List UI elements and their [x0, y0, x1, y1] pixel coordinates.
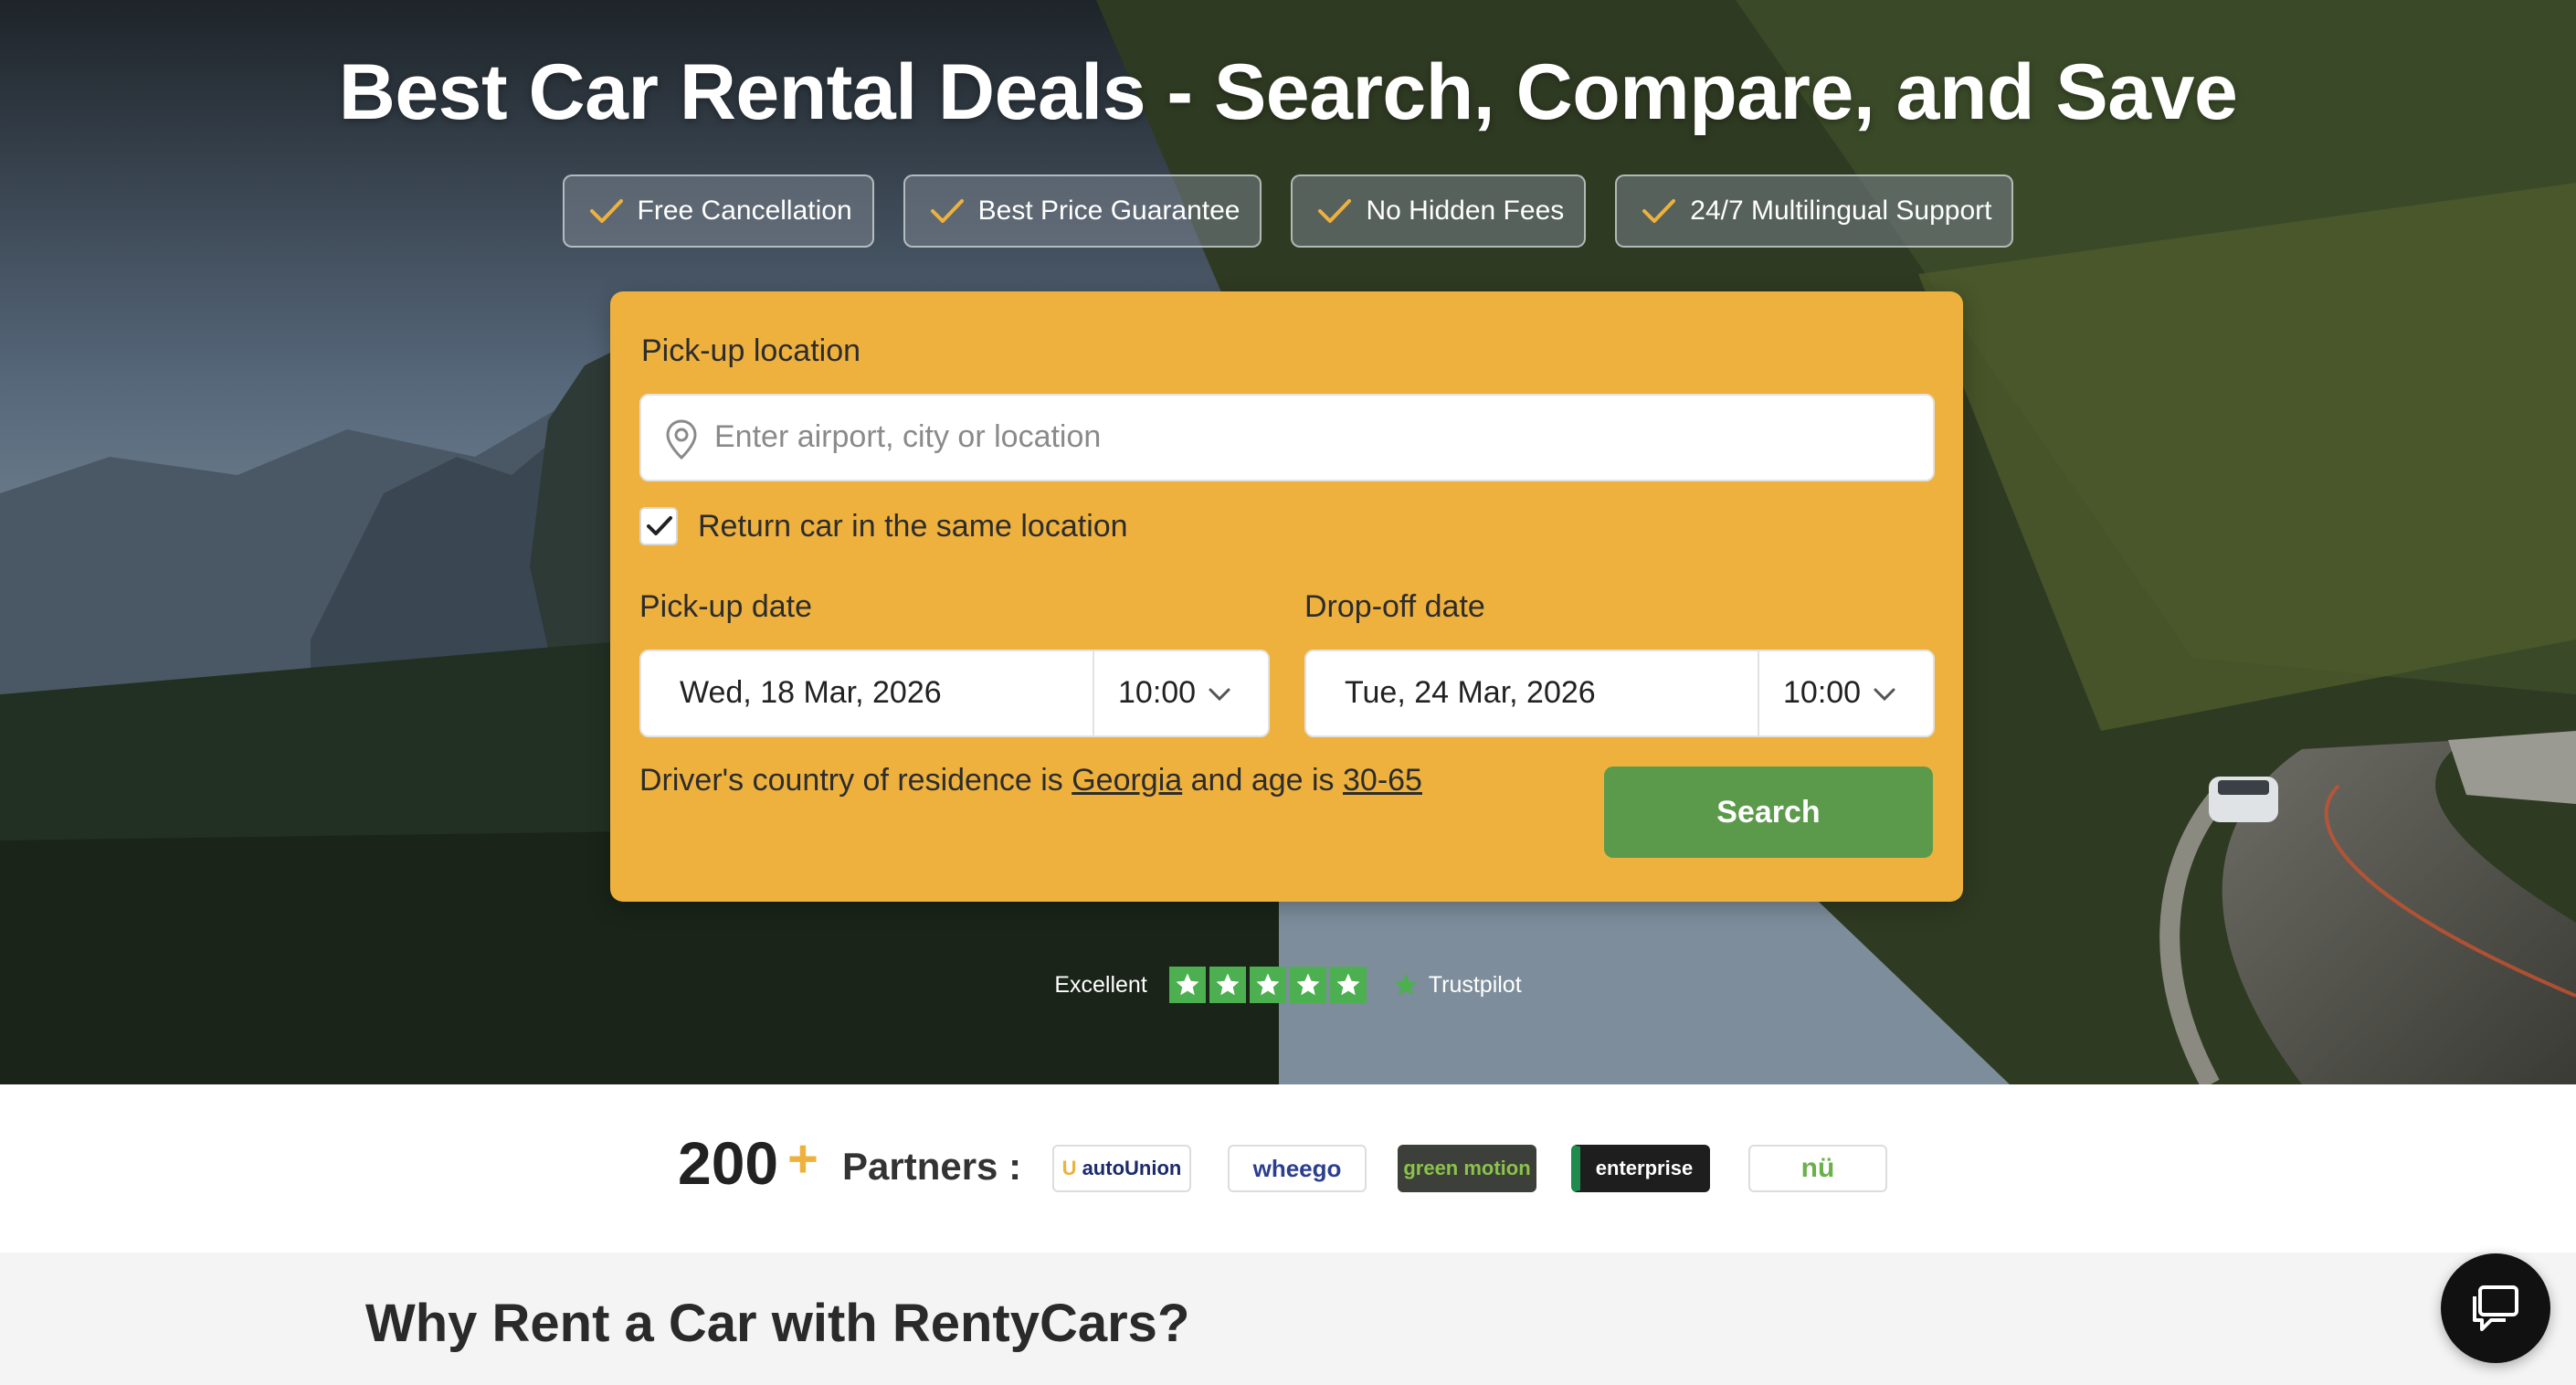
trustpilot-widget[interactable]: Excellent Trustpilot	[0, 967, 2576, 1003]
why-section: Why Rent a Car with RentyCars?	[0, 1253, 2576, 1385]
search-button[interactable]: Search	[1604, 767, 1933, 858]
partner-logo-text: wheego	[1252, 1154, 1342, 1182]
partner-logo-nu: nü	[1748, 1145, 1887, 1192]
partners-label: Partners :	[842, 1145, 1022, 1188]
check-icon	[589, 199, 623, 223]
benefit-badges: Free Cancellation Best Price Guarantee N…	[0, 174, 2576, 248]
badge-label: Free Cancellation	[637, 196, 852, 226]
chevron-down-icon[interactable]	[1871, 681, 1898, 708]
partners-count: 200	[678, 1129, 779, 1197]
chat-button[interactable]	[2441, 1253, 2550, 1363]
trustpilot-rating-text: Excellent	[1054, 971, 1147, 998]
residence-prefix: Driver's country of residence is	[639, 763, 1063, 798]
trustpilot-brand: Trustpilot	[1428, 971, 1522, 998]
star-icon	[1168, 967, 1206, 1003]
star-icon	[1209, 967, 1246, 1003]
pickup-date-label: Pick-up date	[639, 589, 812, 624]
partner-logo-autounion: UautoUnion	[1052, 1145, 1191, 1192]
check-icon	[930, 199, 964, 223]
trustpilot-logo: Trustpilot	[1392, 971, 1522, 999]
why-title: Why Rent a Car with RentyCars?	[365, 1294, 1190, 1353]
badge-label: No Hidden Fees	[1366, 196, 1565, 226]
partners-section: 200 + Partners : UautoUnion wheego green…	[0, 1084, 2576, 1253]
check-icon	[1642, 199, 1676, 223]
dropoff-time-value[interactable]: 10:00	[1783, 675, 1861, 711]
pickup-location-input[interactable]: Enter airport, city or location	[639, 394, 1935, 481]
trustpilot-stars	[1168, 967, 1367, 1003]
location-pin-icon	[666, 419, 697, 460]
return-same-location-checkbox[interactable]	[639, 507, 678, 545]
star-icon	[1249, 967, 1286, 1003]
partner-logo-text: green motion	[1403, 1157, 1531, 1179]
partner-logo-wheego: wheego	[1228, 1145, 1367, 1192]
residence-country-link[interactable]: Georgia	[1072, 763, 1182, 798]
partner-logo-enterprise: enterprise	[1571, 1145, 1710, 1192]
dropoff-date-value[interactable]: Tue, 24 Mar, 2026	[1345, 675, 1596, 711]
pickup-date-value[interactable]: Wed, 18 Mar, 2026	[680, 675, 942, 711]
hero-section: Best Car Rental Deals - Search, Compare,…	[0, 0, 2576, 1084]
return-same-location-label[interactable]: Return car in the same location	[698, 509, 1128, 544]
badge-support: 24/7 Multilingual Support	[1615, 174, 2014, 248]
partner-logo-text: autoUnion	[1082, 1157, 1182, 1179]
badge-label: 24/7 Multilingual Support	[1690, 196, 1992, 226]
hero-title: Best Car Rental Deals - Search, Compare,…	[338, 48, 2238, 136]
partner-logo-text: enterprise	[1595, 1157, 1694, 1179]
badge-no-hidden-fees: No Hidden Fees	[1291, 174, 1587, 248]
partners-plus: +	[787, 1129, 818, 1189]
chat-icon	[2473, 1285, 2518, 1331]
pickup-location-placeholder: Enter airport, city or location	[714, 419, 1102, 454]
pickup-time-value[interactable]: 10:00	[1118, 675, 1196, 711]
check-icon	[1318, 199, 1352, 223]
star-icon	[1329, 967, 1367, 1003]
field-divider	[1093, 651, 1094, 735]
partner-logo-green-motion: green motion	[1398, 1145, 1536, 1192]
dropoff-date-field[interactable]: Tue, 24 Mar, 2026 10:00	[1304, 650, 1935, 737]
partner-logo-text: nü	[1800, 1153, 1835, 1183]
dropoff-date-label: Drop-off date	[1304, 589, 1485, 624]
checkmark-icon	[647, 516, 672, 535]
badge-free-cancellation: Free Cancellation	[562, 174, 874, 248]
badge-best-price: Best Price Guarantee	[903, 174, 1262, 248]
star-icon	[1289, 967, 1326, 1003]
search-card: Pick-up location Enter airport, city or …	[610, 291, 1963, 902]
driver-age-link[interactable]: 30-65	[1343, 763, 1422, 798]
pickup-location-label: Pick-up location	[641, 333, 861, 368]
badge-label: Best Price Guarantee	[977, 196, 1240, 226]
residence-info: Driver's country of residence is Georgia…	[639, 763, 1422, 798]
chevron-down-icon[interactable]	[1206, 681, 1233, 708]
pickup-date-field[interactable]: Wed, 18 Mar, 2026 10:00	[639, 650, 1270, 737]
trustpilot-star-icon	[1394, 973, 1418, 996]
field-divider	[1758, 651, 1759, 735]
residence-middle: and age is	[1190, 763, 1335, 798]
